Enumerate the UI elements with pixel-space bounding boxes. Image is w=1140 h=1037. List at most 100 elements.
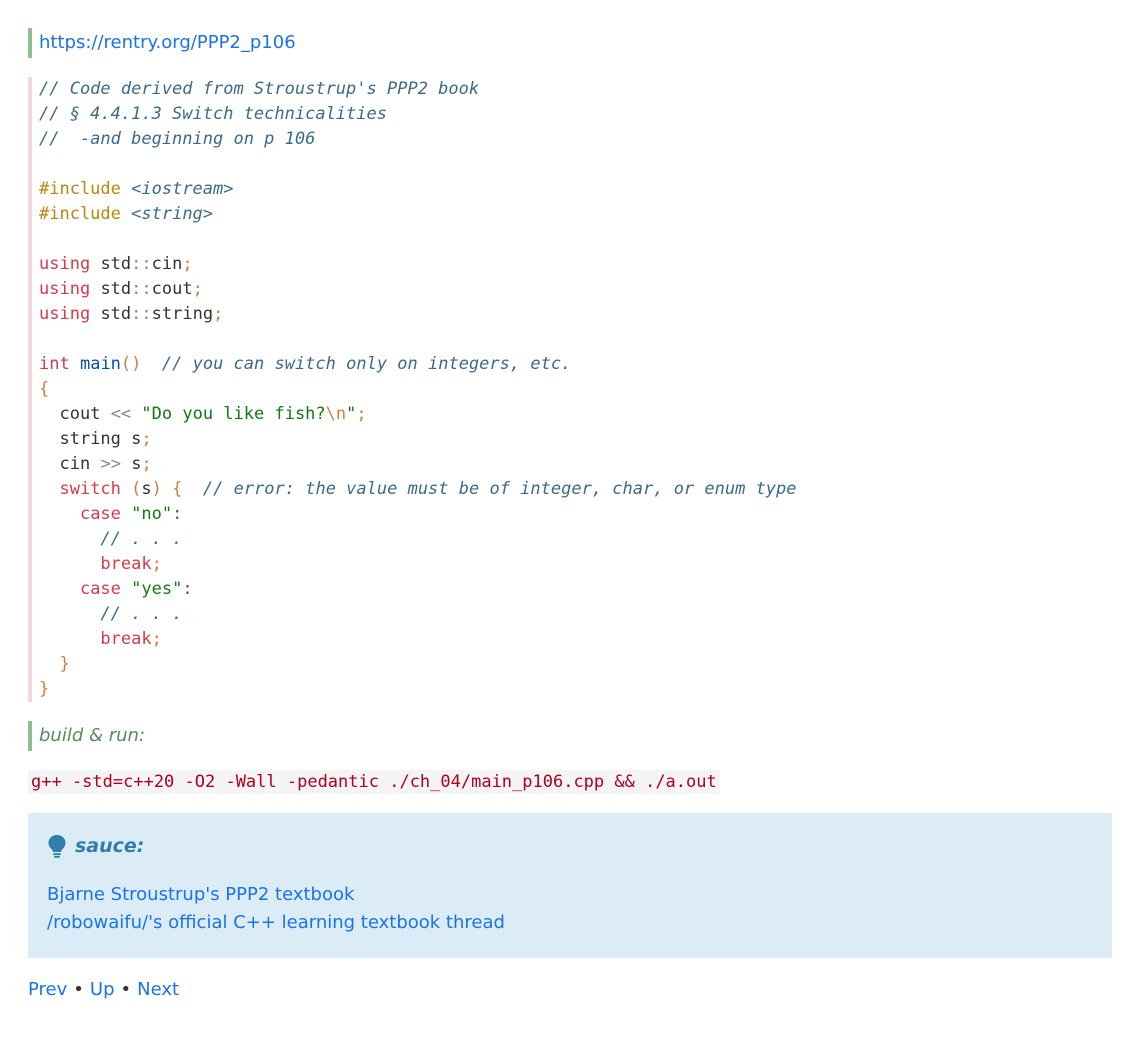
code-variable: s [131,454,142,474]
code-string: "yes" [131,579,183,599]
sauce-admonition: sauce: Bjarne Stroustrup's PPP2 textbook… [28,813,1112,958]
code-semicolon: ; [192,279,203,299]
robowaifu-thread-link[interactable]: /robowaifu/'s official C++ learning text… [47,909,1093,937]
code-function-name: main [79,354,121,374]
code-line-14: cout << "Do you like fish?\n"; [39,402,1112,427]
code-colon: : [182,579,193,599]
code-semicolon: ; [141,454,152,474]
code-identifier: string [151,304,214,324]
code-comment: // you can switch only on integers, etc. [161,354,572,374]
prev-link[interactable]: Prev [28,979,67,1000]
code-parens: () [120,354,142,374]
code-scope-op: :: [131,279,152,299]
code-namespace: std [100,304,132,324]
code-comment: // -and beginning on p 106 [39,129,316,149]
code-keyword: using [39,254,91,274]
code-identifier: cin [59,454,91,474]
page-content: https://rentry.org/PPP2_p106 // Code der… [28,28,1112,1002]
next-link[interactable]: Next [137,979,179,1000]
page-navigation: Prev • Up • Next [28,978,1112,1002]
code-semicolon: ; [141,429,152,449]
code-paren: ) [151,479,162,499]
code-brace: { [39,379,50,399]
code-comment: // . . . [100,604,183,624]
code-semicolon: ; [356,404,367,424]
code-brace: } [59,654,70,674]
build-command: g++ -std=c++20 -O2 -Wall -pedantic ./ch_… [28,770,720,794]
code-operator: << [110,404,132,424]
code-comment: // Code derived from Stroustrup's PPP2 b… [39,79,480,99]
sauce-links: Bjarne Stroustrup's PPP2 textbook /robow… [47,881,1093,937]
code-line-8: using std::cin; [39,252,1112,277]
code-line-5: #include <iostream> [39,177,1112,202]
code-line-3: // -and beginning on p 106 [39,127,1112,152]
code-type: string [59,429,121,449]
code-semicolon: ; [213,304,224,324]
code-line-10: using std::string; [39,302,1112,327]
code-line-21: case "yes": [39,577,1112,602]
code-variable: s [141,479,152,499]
code-escape: \n [325,404,347,424]
code-line-13: { [39,377,1112,402]
code-identifier: cout [59,404,101,424]
code-line-18: case "no": [39,502,1112,527]
code-line-6: #include <string> [39,202,1112,227]
code-line-20: break; [39,552,1112,577]
code-brace: { [172,479,183,499]
code-keyword: break [100,554,152,574]
code-colon: : [172,504,183,524]
rentry-link[interactable]: https://rentry.org/PPP2_p106 [39,32,296,53]
code-comment: // error: the value must be of integer, … [202,479,797,499]
code-namespace: std [100,254,132,274]
code-include-header: <string> [131,204,214,224]
code-keyword: case [79,579,121,599]
code-block: // Code derived from Stroustrup's PPP2 b… [28,77,1112,702]
code-line-17: switch (s) { // error: the value must be… [39,477,1112,502]
sauce-title-row: sauce: [47,833,1093,859]
code-identifier: cin [151,254,183,274]
sauce-title: sauce: [75,835,145,857]
code-include-header: <iostream> [131,179,234,199]
code-operator: >> [100,454,121,474]
code-line-24: } [39,652,1112,677]
code-line-16: cin >> s; [39,452,1112,477]
code-scope-op: :: [131,304,152,324]
code-line-12: int main() // you can switch only on int… [39,352,1112,377]
code-namespace: std [100,279,132,299]
code-paren: ( [131,479,142,499]
code-semicolon: ; [151,629,162,649]
code-string: " [346,404,357,424]
code-line-19: // . . . [39,527,1112,552]
code-keyword: break [100,629,152,649]
code-preprocessor: #include [39,204,121,224]
code-line-2: // § 4.4.1.3 Switch technicalities [39,102,1112,127]
code-comment: // § 4.4.1.3 Switch technicalities [39,104,387,124]
code-identifier: cout [151,279,193,299]
code-variable: s [131,429,142,449]
code-string: "Do you like fish? [141,404,326,424]
lightbulb-icon [47,834,67,858]
code-line-1: // Code derived from Stroustrup's PPP2 b… [39,77,1112,102]
code-comment: // . . . [100,529,183,549]
code-string: "no" [131,504,173,524]
code-keyword: using [39,304,91,324]
nav-separator: • [120,979,132,1000]
code-keyword: switch [59,479,121,499]
code-semicolon: ; [151,554,162,574]
code-line-22: // . . . [39,602,1112,627]
code-keyword: int [39,354,70,374]
code-line-23: break; [39,627,1112,652]
code-brace: } [39,679,50,699]
code-line-15: string s; [39,427,1112,452]
code-semicolon: ; [182,254,193,274]
code-line-9: using std::cout; [39,277,1112,302]
code-keyword: case [79,504,121,524]
ppp2-textbook-link[interactable]: Bjarne Stroustrup's PPP2 textbook [47,881,1093,909]
header-quote: https://rentry.org/PPP2_p106 [28,28,1112,58]
build-run-label: build & run: [39,725,146,746]
code-preprocessor: #include [39,179,121,199]
up-link[interactable]: Up [90,979,115,1000]
